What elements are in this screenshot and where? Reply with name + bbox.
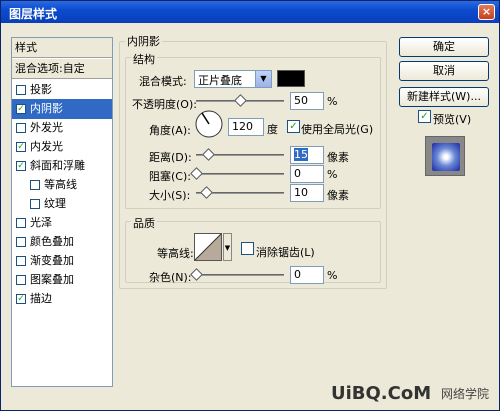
choke-input[interactable]: 0 xyxy=(290,165,324,183)
sidebar-item-label: 等高线 xyxy=(44,178,77,191)
sidebar-item[interactable]: 颜色叠加 xyxy=(12,232,112,252)
sidebar-checkbox[interactable] xyxy=(16,85,26,95)
blend-mode-select[interactable]: 正片叠底 ▼ xyxy=(194,70,272,88)
size-label: 大小(S): xyxy=(149,189,191,202)
sidebar-item-label: 斜面和浮雕 xyxy=(30,159,85,172)
angle-dial[interactable] xyxy=(194,109,224,139)
watermark-brand: UiBQ.CoM xyxy=(331,383,432,404)
sidebar-checkbox[interactable] xyxy=(30,180,40,190)
choke-unit: % xyxy=(327,168,338,181)
sidebar-checkbox[interactable]: ✓ xyxy=(16,161,26,171)
opacity-unit: % xyxy=(327,95,338,108)
title-bar: 图层样式 × xyxy=(1,1,499,23)
sidebar-item-label: 投影 xyxy=(30,83,52,96)
choke-label: 阻塞(C): xyxy=(149,170,191,183)
sidebar-checkbox[interactable] xyxy=(16,123,26,133)
global-light-label: 使用全局光(G) xyxy=(301,123,374,136)
sidebar-item-label: 渐变叠加 xyxy=(30,254,74,267)
sidebar-item[interactable]: 等高线 xyxy=(12,175,112,195)
choke-slider[interactable] xyxy=(190,167,284,180)
preview-thumbnail xyxy=(425,136,465,176)
angle-unit: 度 xyxy=(267,123,278,136)
sidebar-item-label: 内阴影 xyxy=(30,102,63,115)
contour-curve-icon xyxy=(194,233,222,261)
sidebar-checkbox[interactable] xyxy=(16,275,26,285)
blend-color-swatch[interactable] xyxy=(277,70,305,87)
contour-preview[interactable] xyxy=(194,233,222,261)
noise-input[interactable]: 0 xyxy=(290,266,324,284)
contour-dropdown-icon[interactable]: ▼ xyxy=(223,233,232,261)
sidebar-item[interactable]: ✓ 内阴影 xyxy=(12,99,112,119)
sidebar-checkbox[interactable]: ✓ xyxy=(16,294,26,304)
angle-input[interactable]: 120 xyxy=(228,118,264,136)
sidebar-checkbox[interactable] xyxy=(16,218,26,228)
sidebar-item-label: 光泽 xyxy=(30,216,52,229)
styles-header: 样式 xyxy=(12,38,112,58)
global-light-checkbox[interactable]: ✓ xyxy=(287,120,300,133)
sidebar-item-label: 颜色叠加 xyxy=(30,235,74,248)
opacity-input[interactable]: 50 xyxy=(290,92,324,110)
sidebar-checkbox[interactable] xyxy=(16,237,26,247)
distance-label: 距离(D): xyxy=(149,151,192,164)
opacity-slider[interactable] xyxy=(196,94,284,107)
preview-label: 预览(V) xyxy=(433,113,472,126)
angle-label: 角度(A): xyxy=(149,124,191,137)
distance-input[interactable]: 15 xyxy=(290,146,324,164)
noise-label: 杂色(N): xyxy=(149,271,192,284)
watermark-site: 网络学院 xyxy=(441,387,490,401)
sidebar-item[interactable]: 外发光 xyxy=(12,118,112,138)
sidebar-item[interactable]: 光泽 xyxy=(12,213,112,233)
sidebar-item[interactable]: 渐变叠加 xyxy=(12,251,112,271)
sidebar-item-label: 图案叠加 xyxy=(30,273,74,286)
check-icon: ✓ xyxy=(420,111,429,122)
size-input[interactable]: 10 xyxy=(290,184,324,202)
sidebar-checkbox[interactable]: ✓ xyxy=(16,142,26,152)
distance-slider[interactable] xyxy=(196,148,284,161)
noise-slider[interactable] xyxy=(190,268,284,281)
layer-style-dialog: 图层样式 × 样式 混合选项:自定 投影 ✓ 内阴影外发光 ✓ 内发光 ✓ 斜面和浮雕等高线… xyxy=(0,0,500,411)
preview-checkbox[interactable]: ✓ xyxy=(418,110,431,123)
quality-legend: 品质 xyxy=(131,215,157,231)
sidebar-item[interactable]: ✓ 描边 xyxy=(12,289,112,309)
sidebar-item[interactable]: 投影 xyxy=(12,80,112,100)
ok-button[interactable]: 确定 xyxy=(399,37,489,57)
sidebar-checkbox[interactable]: ✓ xyxy=(16,104,26,114)
check-icon: ✓ xyxy=(289,121,298,132)
sidebar-item-label: 内发光 xyxy=(30,140,63,153)
close-icon: × xyxy=(481,5,492,18)
new-style-button[interactable]: 新建样式(W)... xyxy=(399,87,489,107)
styles-list: 样式 混合选项:自定 投影 ✓ 内阴影外发光 ✓ 内发光 ✓ 斜面和浮雕等高线纹理光泽颜色叠… xyxy=(11,37,113,387)
blend-mode-label: 混合模式: xyxy=(139,75,187,88)
blending-options-item[interactable]: 混合选项:自定 xyxy=(12,59,112,79)
sidebar-checkbox[interactable] xyxy=(30,199,40,209)
site-watermark: UiBQ.CoM 网络学院 xyxy=(331,381,497,409)
panel-title: 内阴影 xyxy=(125,33,162,49)
sidebar-item[interactable]: 图案叠加 xyxy=(12,270,112,290)
opacity-label: 不透明度(O): xyxy=(132,98,197,111)
distance-unit: 像素 xyxy=(327,151,349,164)
sidebar-item-label: 描边 xyxy=(30,292,52,305)
size-slider[interactable] xyxy=(196,186,284,199)
noise-unit: % xyxy=(327,269,338,282)
size-unit: 像素 xyxy=(327,189,349,202)
sidebar-checkbox[interactable] xyxy=(16,256,26,266)
sidebar-item[interactable]: 纹理 xyxy=(12,194,112,214)
cancel-button[interactable]: 取消 xyxy=(399,61,489,81)
sidebar-item[interactable]: ✓ 内发光 xyxy=(12,137,112,157)
sidebar-item[interactable]: ✓ 斜面和浮雕 xyxy=(12,156,112,176)
sidebar-item-label: 纹理 xyxy=(44,197,66,210)
chevron-down-icon: ▼ xyxy=(255,71,271,87)
sidebar-item-label: 外发光 xyxy=(30,121,63,134)
contour-label: 等高线: xyxy=(157,247,194,260)
dialog-title: 图层样式 xyxy=(9,7,58,21)
antialias-checkbox[interactable] xyxy=(241,242,254,255)
structure-legend: 结构 xyxy=(131,51,157,67)
antialias-label: 消除锯齿(L) xyxy=(256,246,315,259)
close-button[interactable]: × xyxy=(478,4,495,20)
